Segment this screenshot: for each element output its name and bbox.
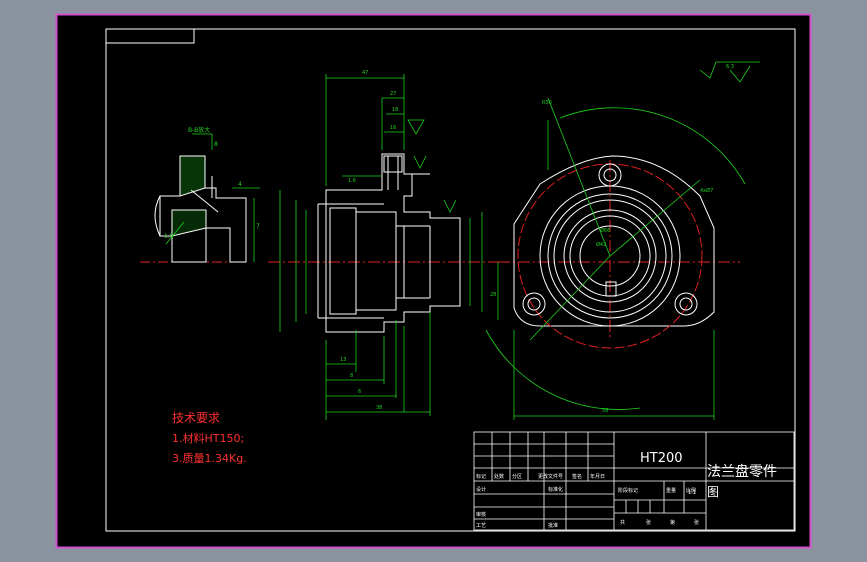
dim-label-27: 27 <box>390 91 396 97</box>
material-label: HT200 <box>640 451 683 466</box>
approve-label: 批准 <box>548 522 558 529</box>
dim-label-d66: Ø66 <box>600 227 610 234</box>
dim-label-18: 18 <box>392 107 398 113</box>
sheet-unit-2: 张 <box>694 519 699 526</box>
role-review: 审核 <box>476 511 486 518</box>
tech-req-line-2: 3.质量1.34Kg. <box>172 452 247 465</box>
detail-dim-2: 7 <box>256 223 260 230</box>
detail-dim-4: 1.5 <box>164 233 174 240</box>
rev-header-doc: 更改文件号 <box>538 473 563 480</box>
rev-header-sign: 签名 <box>572 473 582 480</box>
stage-scale: 比例 <box>686 487 696 494</box>
tech-req-heading: 技术要求 <box>172 411 220 425</box>
dim-label-holes: 4xØ7 <box>700 187 713 194</box>
cad-drawing: B-B放大 8 7 4 1.5 47 27 18 16 13 8 6 1.6 3… <box>55 13 812 549</box>
role-process: 工艺 <box>476 523 486 529</box>
detail-dim-1: 8 <box>214 141 218 148</box>
rev-header-date: 年月日 <box>590 473 605 480</box>
rev-header-mark: 标记 <box>476 473 486 480</box>
dim-label-28: 28 <box>490 292 496 298</box>
dim-label-56: 56 <box>602 408 608 414</box>
stage-weight: 重量 <box>666 487 676 494</box>
dim-label-6: 6 <box>358 389 361 395</box>
role-design: 设计 <box>476 486 486 493</box>
dim-label-16: 16 <box>390 125 396 131</box>
section-label: B-B放大 <box>188 126 210 134</box>
drawing-suffix: 图 <box>707 485 719 499</box>
dim-label-8: 8 <box>350 373 353 379</box>
rev-header-count: 处数 <box>494 473 504 480</box>
rev-header-zone: 分区 <box>512 473 522 480</box>
dim-label-38: 38 <box>376 405 382 411</box>
dim-label-d42: Ø42 <box>596 241 606 248</box>
sheet-no: 第 <box>670 519 675 526</box>
roughness-note: 6.3 <box>726 64 734 70</box>
part-name: 法兰盘零件 <box>707 463 777 480</box>
dim-label-overall: 47 <box>362 70 368 76</box>
detail-dim-3: 4 <box>238 181 242 188</box>
std-label: 标准化 <box>548 486 563 493</box>
dim-label-roughness: 1.6 <box>348 178 356 184</box>
sheet-unit-1: 张 <box>646 519 651 526</box>
dim-label-r50: R50 <box>542 100 552 106</box>
dim-label-13: 13 <box>340 357 346 363</box>
sheet-total: 共 <box>620 519 625 526</box>
stage-mark: 阶段标记 <box>618 487 638 494</box>
tech-req-line-1: 1.材料HT150; <box>172 431 244 445</box>
